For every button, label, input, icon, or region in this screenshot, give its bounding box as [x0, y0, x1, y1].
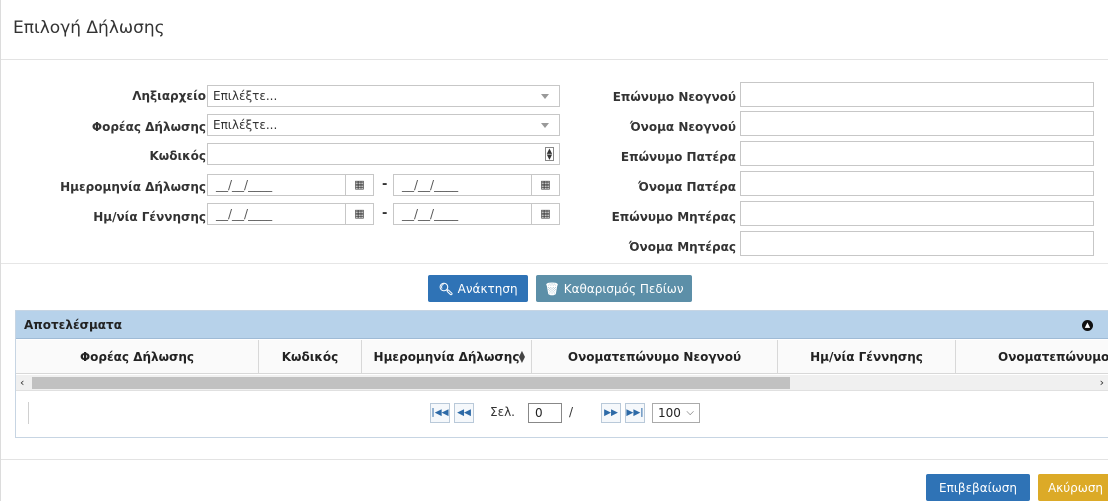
- mother-surname-label: Επώνυμο Μητέρας: [611, 210, 736, 224]
- page-number-input[interactable]: 0: [528, 403, 562, 423]
- declaration-date-to-input[interactable]: __/__/____ ▦: [393, 174, 560, 196]
- results-header: Αποτελέσματα ▲: [16, 311, 1108, 339]
- column-header-declaration-date-label: Ημερομηνία Δήλωσης: [373, 350, 520, 364]
- registry-label: Ληξιαρχείο: [132, 89, 206, 103]
- declaration-date-label: Ημερομηνία Δήλωσης: [60, 180, 206, 194]
- last-page-button[interactable]: ▶▶|: [625, 403, 645, 423]
- birth-date-to-input[interactable]: __/__/____ ▦: [393, 203, 560, 225]
- code-label: Κωδικός: [149, 149, 206, 163]
- registry-select-value: Επιλέξτε...: [213, 89, 278, 103]
- declarant-select-value: Επιλέξτε...: [213, 118, 278, 132]
- declarant-select[interactable]: Επιλέξτε...: [207, 114, 560, 136]
- first-page-button[interactable]: |◀◀: [430, 403, 450, 423]
- dialog-title: Επιλογή Δήλωσης: [13, 18, 165, 38]
- date-range-separator: -: [382, 206, 388, 221]
- search-icon: 🔍︎: [438, 282, 454, 296]
- search-button-label: Ανάκτηση: [457, 282, 518, 296]
- date-range-separator: -: [382, 177, 388, 192]
- birth-date-from-value: __/__/____: [216, 207, 273, 221]
- registry-select[interactable]: Επιλέξτε...: [207, 85, 560, 107]
- column-header-fullname[interactable]: Ονοματεπώνυμο: [956, 340, 1108, 373]
- father-name-input[interactable]: [740, 171, 1094, 196]
- declaration-date-to-value: __/__/____: [402, 178, 459, 192]
- birth-date-from-input[interactable]: __/__/____ ▦: [207, 203, 374, 225]
- confirm-button[interactable]: Επιβεβαίωση: [926, 474, 1030, 501]
- footer-divider: [1, 459, 1108, 460]
- chevron-down-icon: ⌵: [686, 407, 694, 418]
- scroll-right-icon[interactable]: ›: [1100, 375, 1104, 391]
- newborn-surname-label: Επώνυμο Νεογνού: [612, 90, 736, 104]
- previous-page-button[interactable]: ◀◀: [454, 403, 474, 423]
- horizontal-scrollbar[interactable]: ‹ ›: [16, 375, 1108, 391]
- pager-separator: [28, 402, 29, 424]
- column-header-newborn-fullname[interactable]: Ονοματεπώνυμο Νεογνού: [532, 340, 778, 373]
- calendar-icon[interactable]: ▦: [345, 204, 373, 224]
- newborn-name-input[interactable]: [740, 111, 1094, 136]
- declarant-label: Φορέας Δήλωσης: [91, 120, 206, 134]
- mother-name-input[interactable]: [740, 231, 1094, 256]
- page-of-separator: /: [569, 405, 574, 419]
- results-grid-header: Φορέας Δήλωσης Κωδικός Ημερομηνία Δήλωση…: [16, 340, 1108, 374]
- pager: |◀◀ ◀◀ Σελ. 0 / ▶▶ ▶▶| 100 ⌵: [16, 392, 1108, 438]
- calendar-icon[interactable]: ▦: [345, 175, 373, 195]
- column-header-declarant[interactable]: Φορέας Δήλωσης: [16, 340, 259, 373]
- column-header-declaration-date[interactable]: Ημερομηνία Δήλωσης ▲ ▼: [362, 340, 532, 373]
- page-size-select[interactable]: 100 ⌵: [652, 403, 700, 423]
- mother-name-label: Όνομα Μητέρας: [628, 240, 736, 254]
- newborn-name-label: Όνομα Νεογνού: [629, 120, 736, 134]
- results-panel: Αποτελέσματα ▲ Φορέας Δήλωσης Κωδικός Ημ…: [15, 310, 1108, 438]
- declaration-date-from-value: __/__/____: [216, 178, 273, 192]
- page-size-value: 100: [658, 406, 681, 420]
- results-title: Αποτελέσματα: [24, 318, 122, 332]
- mother-surname-input[interactable]: [740, 201, 1094, 226]
- scroll-left-icon[interactable]: ‹: [20, 375, 24, 391]
- code-input[interactable]: ▲ ▼: [207, 143, 560, 165]
- sort-icon[interactable]: ▲ ▼: [519, 350, 525, 364]
- search-button[interactable]: 🔍︎ Ανάκτηση: [428, 275, 528, 302]
- scrollbar-thumb[interactable]: [32, 377, 790, 389]
- newborn-surname-input[interactable]: [740, 82, 1094, 107]
- cancel-button[interactable]: Ακύρωση: [1038, 474, 1108, 501]
- declaration-selection-dialog: Επιλογή Δήλωσης Ληξιαρχείο Επιλέξτε... Φ…: [0, 0, 1108, 501]
- father-name-label: Όνομα Πατέρα: [638, 180, 736, 194]
- birth-date-label: Ημ/νία Γέννησης: [93, 210, 206, 224]
- collapse-icon[interactable]: ▲: [1082, 320, 1093, 331]
- next-page-button[interactable]: ▶▶: [601, 403, 621, 423]
- clear-fields-button[interactable]: 🗑︎ Καθαρισμός Πεδίων: [536, 275, 692, 302]
- trash-icon: 🗑︎: [544, 282, 560, 296]
- column-header-birth-date[interactable]: Ημ/νία Γέννησης: [778, 340, 956, 373]
- birth-date-to-value: __/__/____: [402, 207, 459, 221]
- declaration-date-from-input[interactable]: __/__/____ ▦: [207, 174, 374, 196]
- page-label: Σελ.: [490, 405, 515, 419]
- father-surname-input[interactable]: [740, 141, 1094, 166]
- father-surname-label: Επώνυμο Πατέρα: [620, 150, 736, 164]
- column-header-code[interactable]: Κωδικός: [259, 340, 362, 373]
- clear-fields-button-label: Καθαρισμός Πεδίων: [563, 282, 684, 296]
- dialog-title-bar: Επιλογή Δήλωσης: [1, 0, 1108, 60]
- form-divider: [1, 263, 1108, 264]
